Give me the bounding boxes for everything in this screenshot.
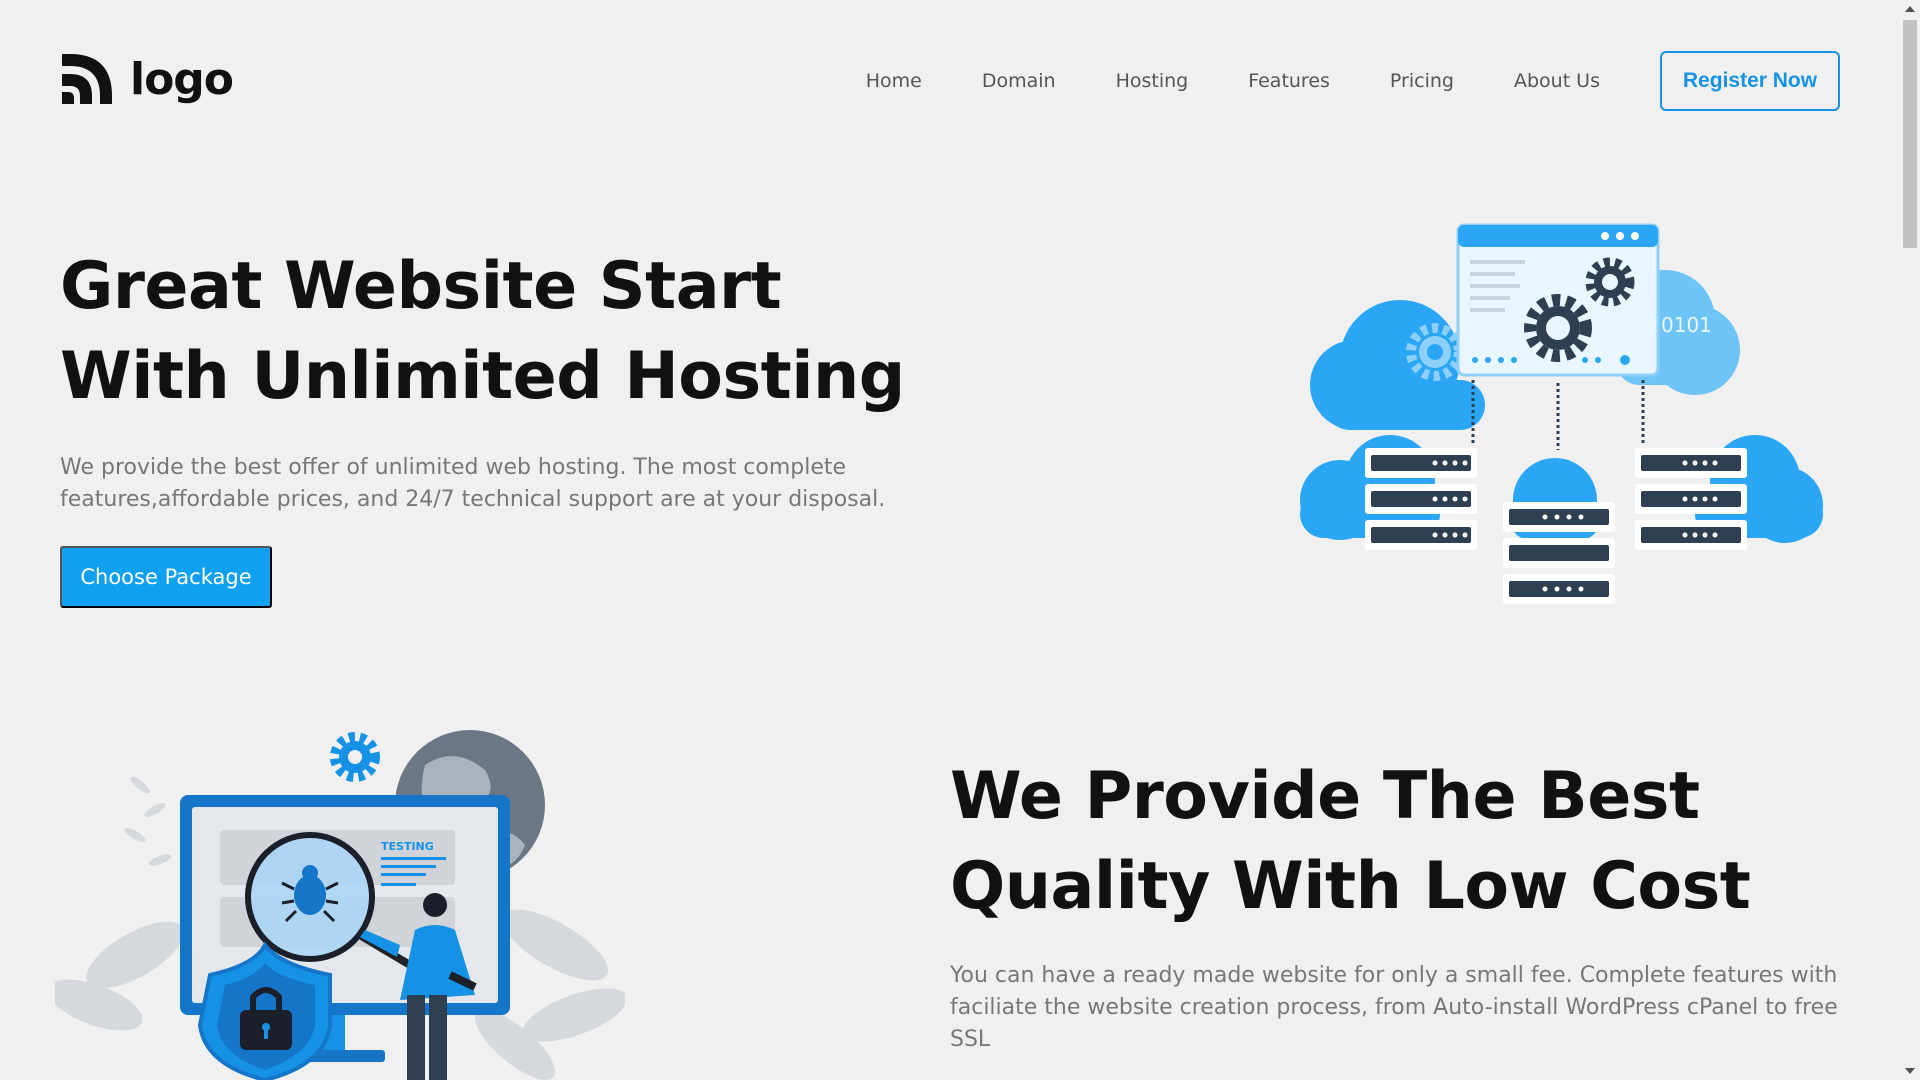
nav-features[interactable]: Features xyxy=(1248,70,1330,92)
choose-package-button[interactable]: Choose Package xyxy=(60,546,272,608)
nav-about-us[interactable]: About Us xyxy=(1514,70,1600,92)
logo[interactable]: logo xyxy=(60,52,234,106)
nav-pricing[interactable]: Pricing xyxy=(1390,70,1454,92)
testing-label: TESTING xyxy=(381,840,434,853)
nav-hosting[interactable]: Hosting xyxy=(1116,70,1189,92)
hero-title: Great Website Start With Unlimited Hosti… xyxy=(60,249,905,414)
server-icon xyxy=(1503,502,1615,604)
section-description: You can have a ready made website for on… xyxy=(950,963,1838,1052)
nav-domain[interactable]: Domain xyxy=(982,70,1056,92)
site-header: logo Home Domain Hosting Features Pricin… xyxy=(60,50,1840,112)
server-icon xyxy=(1635,448,1747,550)
nav-home[interactable]: Home xyxy=(866,70,922,92)
scroll-down-arrow-icon[interactable] xyxy=(1905,1068,1915,1074)
server-icon xyxy=(1365,448,1477,550)
logo-mark-icon xyxy=(62,54,112,104)
section-title: We Provide The Best Quality With Low Cos… xyxy=(950,759,1751,924)
branch-icon xyxy=(124,776,172,866)
logo-text: logo xyxy=(130,53,234,105)
main-nav: Home Domain Hosting Features Pricing Abo… xyxy=(866,50,1840,112)
register-button[interactable]: Register Now xyxy=(1660,51,1840,111)
gear-icon xyxy=(330,732,380,782)
vertical-scrollbar[interactable] xyxy=(1900,0,1920,1080)
hero-description: We provide the best offer of unlimited w… xyxy=(60,455,886,512)
scrollbar-thumb[interactable] xyxy=(1903,20,1917,248)
scroll-up-arrow-icon[interactable] xyxy=(1905,6,1915,12)
cloud-hosting-illustration: 0101 xyxy=(1300,223,1823,604)
binary-label: 0101 xyxy=(1661,313,1712,337)
security-testing-illustration: TESTING xyxy=(55,730,625,1080)
